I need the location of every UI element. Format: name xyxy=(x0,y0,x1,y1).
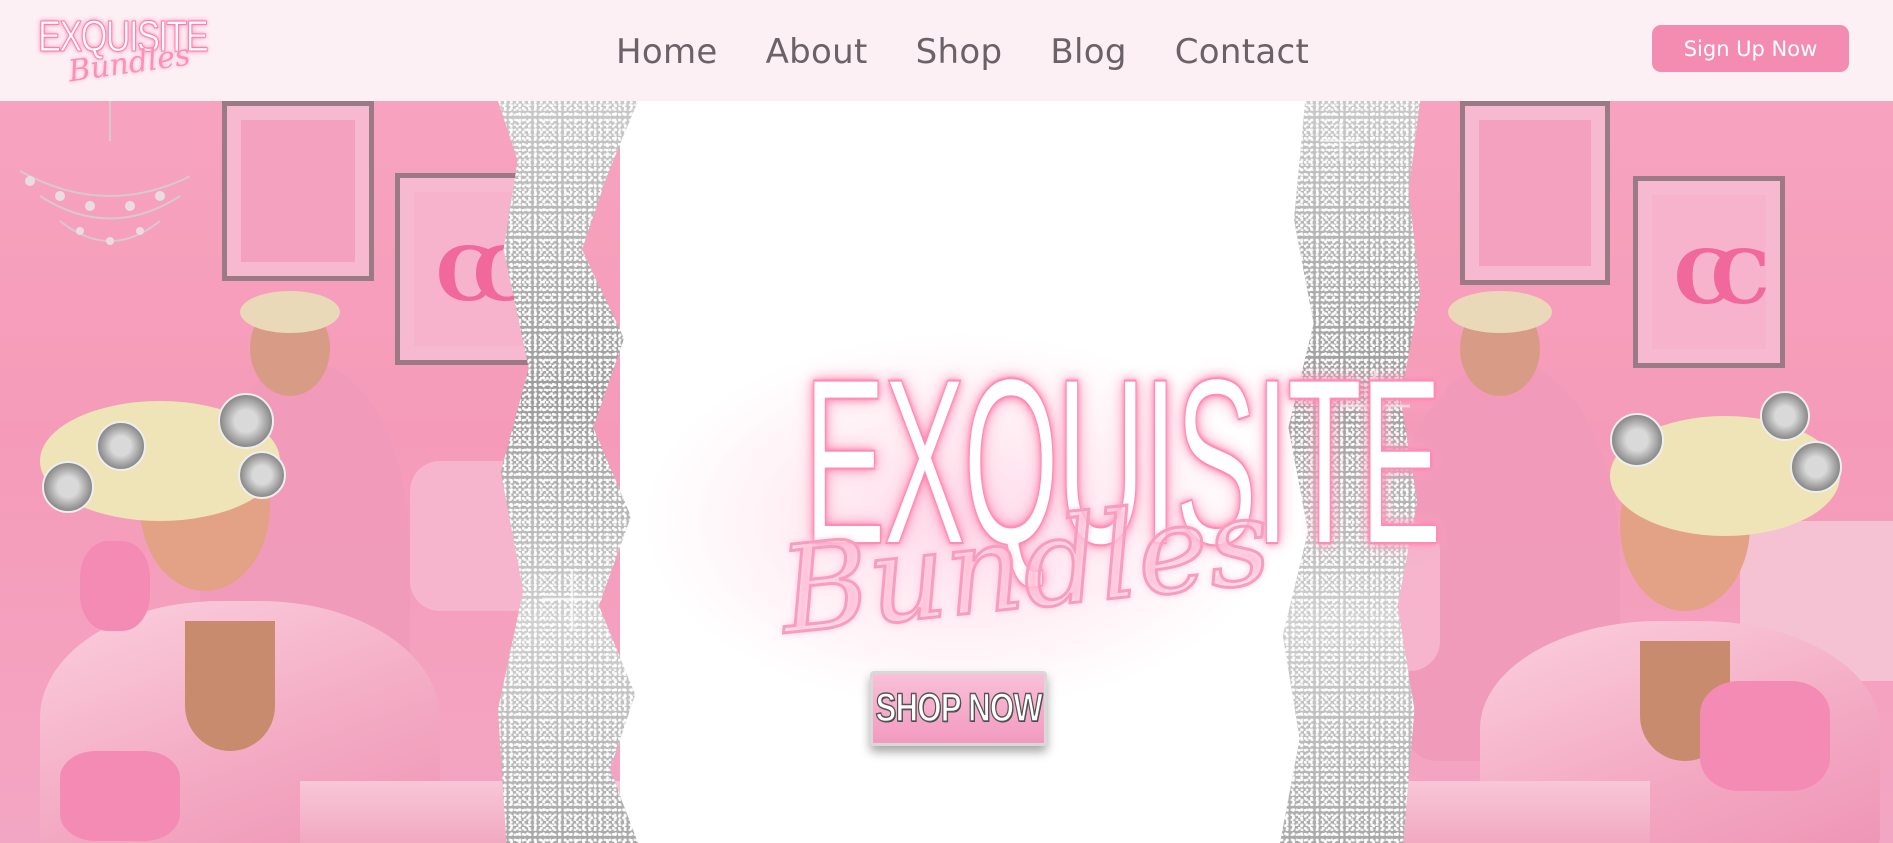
background-figure-hair xyxy=(240,291,340,333)
hair-roller xyxy=(96,421,146,471)
shop-now-button[interactable]: SHOP NOW xyxy=(870,671,1047,746)
telephone xyxy=(60,751,180,841)
cc-logo-icon: CC xyxy=(1674,235,1770,321)
nav-about[interactable]: About xyxy=(766,32,868,72)
hair-roller xyxy=(1610,413,1664,467)
phone-handset xyxy=(80,541,150,631)
chandelier-icon xyxy=(19,101,190,245)
wall-portrait xyxy=(241,120,355,262)
hair-roller xyxy=(1760,391,1810,441)
sparkle-icon xyxy=(542,569,602,629)
nav-blog[interactable]: Blog xyxy=(1050,32,1126,72)
hair-roller xyxy=(42,461,94,513)
site-logo[interactable]: EXQUISITE Bundles xyxy=(38,8,209,90)
wall-logo-frame: CC xyxy=(1633,176,1785,368)
telephone xyxy=(1700,681,1830,791)
foreground-chest xyxy=(185,621,275,751)
nav-home[interactable]: Home xyxy=(616,32,718,72)
wall-portrait-frame xyxy=(222,101,374,281)
hair-roller xyxy=(238,451,286,499)
nav-shop[interactable]: Shop xyxy=(916,32,1003,72)
sparkle-icon xyxy=(1320,121,1360,161)
hair-roller xyxy=(1790,441,1842,493)
main-nav: Home About Shop Blog Contact xyxy=(616,24,1309,80)
shop-now-label: SHOP NOW xyxy=(875,685,1043,731)
wall-portrait xyxy=(1479,120,1591,266)
wall-logo-canvas: CC xyxy=(1652,195,1770,349)
hair-roller xyxy=(218,393,274,449)
cc-logo-icon: CC xyxy=(436,232,532,318)
sign-up-button[interactable]: Sign Up Now xyxy=(1652,25,1849,72)
hero-banner: CC CC EXQUISITE Bundles SHOP NOW xyxy=(0,101,1893,843)
background-figure-hair xyxy=(1448,291,1552,333)
wall-portrait-frame xyxy=(1460,101,1610,285)
site-header: EXQUISITE Bundles Home About Shop Blog C… xyxy=(0,0,1893,101)
nav-contact[interactable]: Contact xyxy=(1175,32,1309,72)
